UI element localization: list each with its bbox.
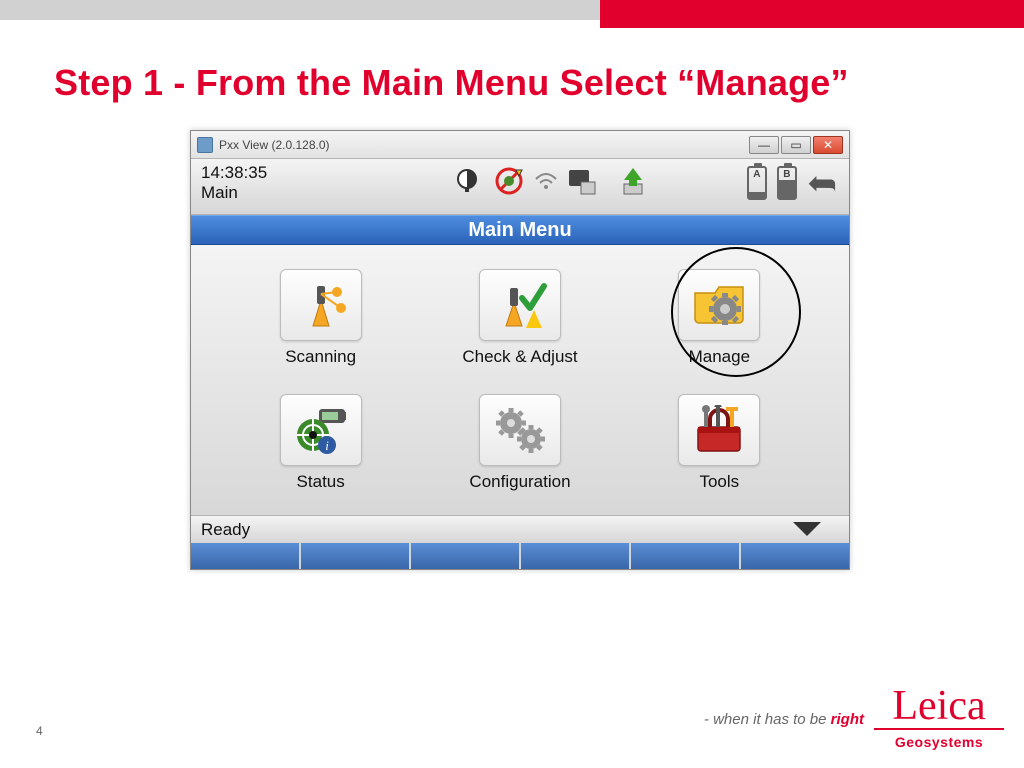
slide: Step 1 - From the Main Menu Select “Mana… bbox=[0, 0, 1024, 768]
menu-item-status[interactable]: i Status bbox=[280, 394, 362, 492]
accent-grey bbox=[0, 0, 600, 20]
status-icon: i bbox=[280, 394, 362, 466]
check-adjust-icon bbox=[479, 269, 561, 341]
close-button[interactable]: ✕ bbox=[813, 136, 843, 154]
level-warning-icon bbox=[493, 165, 525, 197]
chevron-down-icon[interactable] bbox=[793, 522, 821, 536]
menu-label: Scanning bbox=[285, 347, 356, 367]
window-titlebar: Pxx View (2.0.128.0) — ▭ ✕ bbox=[191, 131, 849, 159]
window-title: Pxx View (2.0.128.0) bbox=[219, 138, 330, 152]
menu-label: Status bbox=[297, 472, 345, 492]
menu-item-tools[interactable]: Tools bbox=[678, 394, 760, 492]
menu-item-check-adjust[interactable]: Check & Adjust bbox=[462, 269, 577, 367]
clock: 14:38:35 bbox=[201, 163, 267, 183]
status-text: Ready bbox=[201, 520, 250, 540]
context-label: Main bbox=[201, 183, 267, 203]
status-row: 14:38:35 Main bbox=[191, 159, 849, 215]
target-ball-icon bbox=[451, 165, 483, 197]
menu-label: Manage bbox=[689, 347, 750, 367]
slide-top-accent bbox=[0, 0, 1024, 20]
menu-label: Configuration bbox=[469, 472, 570, 492]
menu-label: Tools bbox=[699, 472, 739, 492]
logo-subtext: Geosystems bbox=[874, 734, 1004, 750]
logo-script: Leica bbox=[874, 688, 1004, 726]
section-title-bar: Main Menu bbox=[191, 215, 849, 245]
softkey-6[interactable] bbox=[741, 543, 849, 569]
accent-red bbox=[600, 0, 1024, 28]
page-number: 4 bbox=[36, 724, 43, 738]
scanning-icon bbox=[280, 269, 362, 341]
tagline-prefix: - when it has to be bbox=[704, 711, 831, 728]
brand-logo: Leica Geosystems bbox=[874, 688, 1004, 750]
upload-icon bbox=[617, 165, 649, 197]
tools-icon bbox=[678, 394, 760, 466]
footer-bar: Ready bbox=[191, 515, 849, 543]
menu-item-scanning[interactable]: Scanning bbox=[280, 269, 362, 367]
app-icon bbox=[197, 137, 213, 153]
section-title: Main Menu bbox=[468, 219, 571, 242]
softkey-5[interactable] bbox=[631, 543, 741, 569]
softkey-1[interactable] bbox=[191, 543, 301, 569]
softkey-4[interactable] bbox=[521, 543, 631, 569]
menu-item-configuration[interactable]: Configuration bbox=[469, 394, 570, 492]
wifi-icon bbox=[535, 165, 557, 197]
app-window: Pxx View (2.0.128.0) — ▭ ✕ 14:38:35 Main bbox=[190, 130, 850, 570]
tagline-accent: right bbox=[831, 711, 864, 728]
softkey-3[interactable] bbox=[411, 543, 521, 569]
tagline: - when it has to be right bbox=[704, 711, 864, 728]
manage-icon bbox=[678, 269, 760, 341]
maximize-button[interactable]: ▭ bbox=[781, 136, 811, 154]
battery-b-icon: B bbox=[777, 166, 797, 200]
slide-heading: Step 1 - From the Main Menu Select “Mana… bbox=[54, 62, 849, 104]
menu-label: Check & Adjust bbox=[462, 347, 577, 367]
softkey-bar bbox=[191, 543, 849, 569]
softkey-2[interactable] bbox=[301, 543, 411, 569]
main-menu-grid: Scanning Check & Adjust Manage i Status bbox=[191, 245, 849, 515]
storage-icon bbox=[567, 165, 607, 197]
menu-item-manage[interactable]: Manage bbox=[678, 269, 760, 367]
back-icon[interactable]: ➦ bbox=[807, 165, 837, 201]
status-icons bbox=[451, 165, 649, 197]
svg-text:i: i bbox=[325, 438, 329, 453]
minimize-button[interactable]: — bbox=[749, 136, 779, 154]
configuration-icon bbox=[479, 394, 561, 466]
battery-a-icon: A bbox=[747, 166, 767, 200]
